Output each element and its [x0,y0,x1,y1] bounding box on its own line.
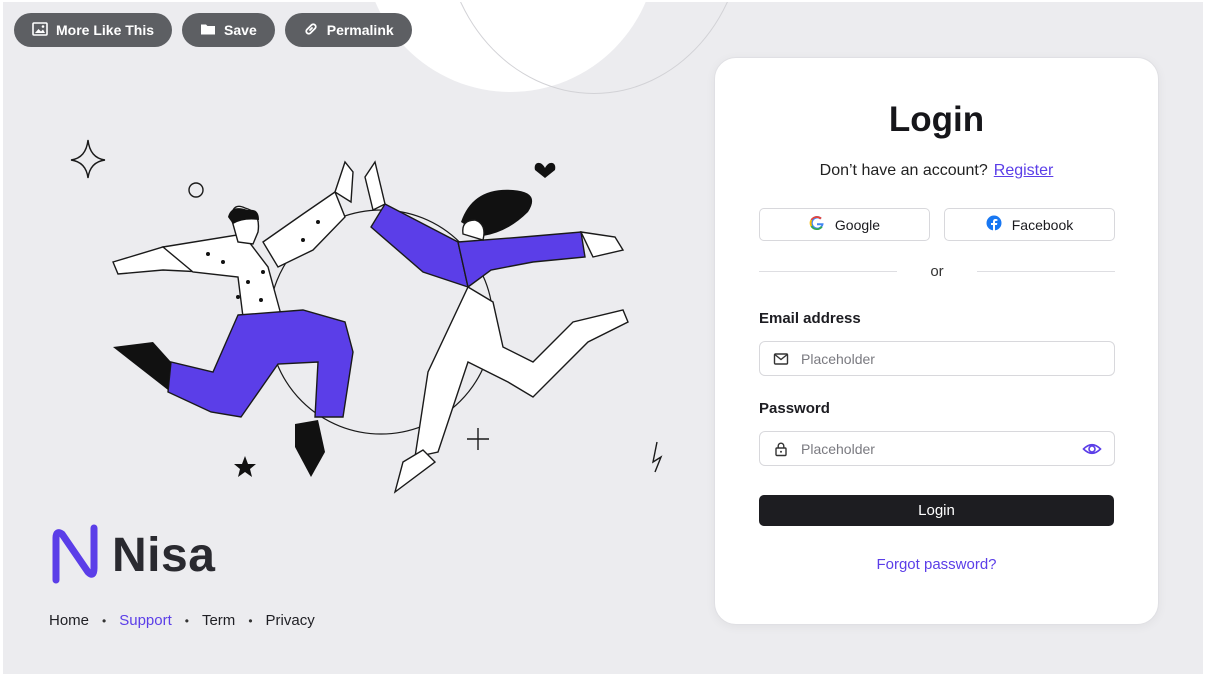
page: More Like This Save Permalink Nisa Home … [3,2,1203,674]
save-button[interactable]: Save [182,13,275,47]
email-label: Email address [759,310,861,327]
footer-link-privacy[interactable]: Privacy [266,612,315,629]
register-link[interactable]: Register [994,162,1054,179]
facebook-label: Facebook [1011,216,1074,233]
high-five-illustration [70,139,663,494]
folder-icon [200,21,216,40]
signup-prompt: Don’t have an account? Register [715,162,1158,180]
brand-name: Nisa [112,529,216,582]
image-icon [32,21,48,40]
footer-link-support[interactable]: Support [119,612,172,629]
nisa-logo-icon [48,520,100,591]
google-label: Google [834,216,881,233]
password-label: Password [759,400,830,417]
permalink-label: Permalink [326,22,394,38]
email-input[interactable] [799,349,1114,368]
divider-line [759,271,898,272]
facebook-login-button[interactable]: Facebook [944,208,1115,241]
footer-link-home[interactable]: Home [49,612,89,629]
or-label: or [930,263,944,280]
login-card: Login Don’t have an account? Register Goo… [714,57,1159,625]
more-like-this-button[interactable]: More Like This [14,13,173,47]
more-like-this-label: More Like This [56,22,155,38]
brand: Nisa [48,520,215,591]
or-divider: or [759,263,1115,280]
mail-icon [773,352,789,365]
facebook-icon [986,215,1002,234]
forgot-password-link[interactable]: Forgot password? [715,556,1158,573]
login-title: Login [888,100,985,139]
divider-line [976,271,1115,272]
toolbar: More Like This Save Permalink [14,13,412,47]
google-login-button[interactable]: Google [759,208,930,241]
password-field[interactable] [759,431,1115,466]
footer-nav: Home • Support • Term • Privacy [49,612,315,629]
save-label: Save [224,22,257,38]
signup-prompt-text: Don’t have an account? [819,162,988,179]
footer-separator: • [102,613,107,628]
permalink-button[interactable]: Permalink [284,13,412,47]
footer-link-term[interactable]: Term [202,612,235,629]
password-input[interactable] [799,439,1082,458]
link-icon [303,21,319,40]
google-icon [809,215,825,234]
eye-icon[interactable] [1082,439,1102,459]
footer-separator: • [248,613,253,628]
lock-icon [775,442,787,456]
login-button[interactable]: Login [759,495,1114,526]
footer-separator: • [184,613,189,628]
email-field[interactable] [759,341,1115,376]
